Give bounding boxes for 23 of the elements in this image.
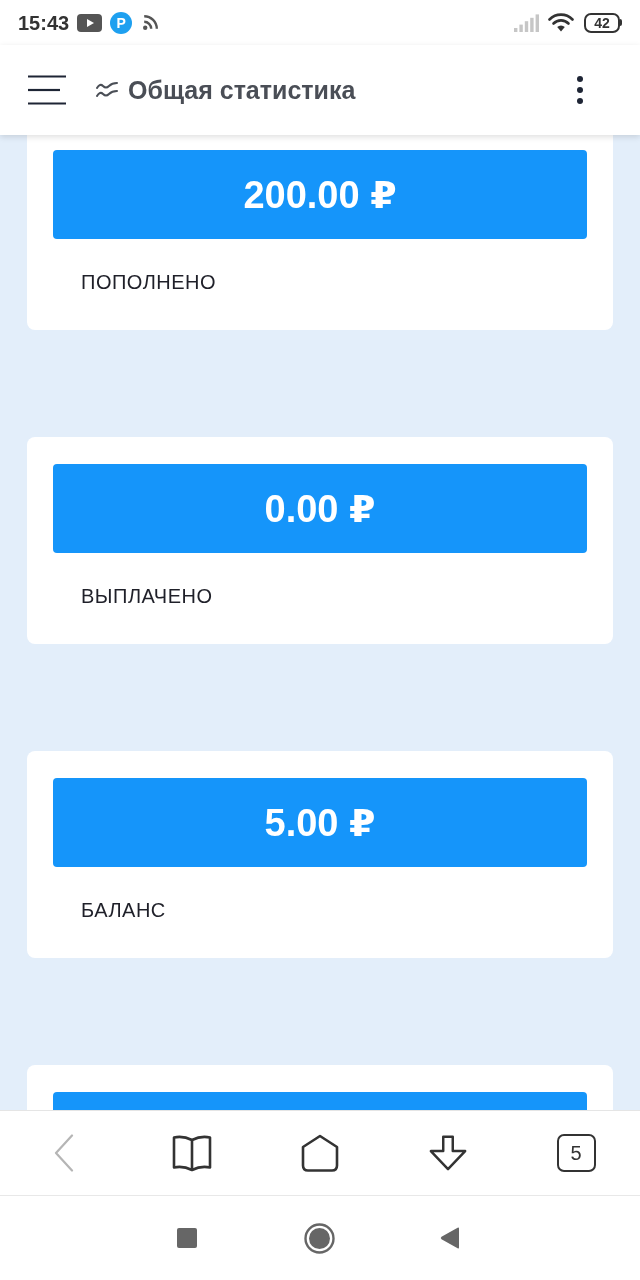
home-icon[interactable] (304, 1222, 335, 1254)
amount-banner: 0.00 ₽ (53, 464, 587, 553)
rss-icon (143, 15, 159, 30)
home-icon[interactable] (300, 1134, 340, 1172)
stat-label: ПОПОЛНЕНО (81, 270, 217, 294)
battery-indicator: 42 (584, 12, 622, 33)
video-play-icon (77, 13, 103, 32)
chart-line-icon (96, 80, 118, 100)
wifi-icon (548, 13, 574, 32)
stat-label: ВЫПЛАЧЕНО (81, 584, 213, 608)
tab-count-button[interactable]: 5 (556, 1134, 596, 1172)
book-icon[interactable] (172, 1134, 212, 1172)
page-title: Общая статистика (128, 75, 356, 105)
back-icon[interactable] (440, 1227, 460, 1249)
amount-banner: 200.00 ₽ (53, 150, 587, 239)
more-icon[interactable] (577, 76, 583, 104)
menu-icon[interactable] (28, 75, 68, 105)
download-icon[interactable] (428, 1134, 468, 1172)
stat-label: БАЛАНС (81, 898, 166, 922)
notification-badge: P (110, 11, 133, 34)
amount-banner: 5.00 ₽ (53, 778, 587, 867)
signal-icon (514, 13, 540, 32)
status-time: 15:43 (18, 10, 70, 35)
